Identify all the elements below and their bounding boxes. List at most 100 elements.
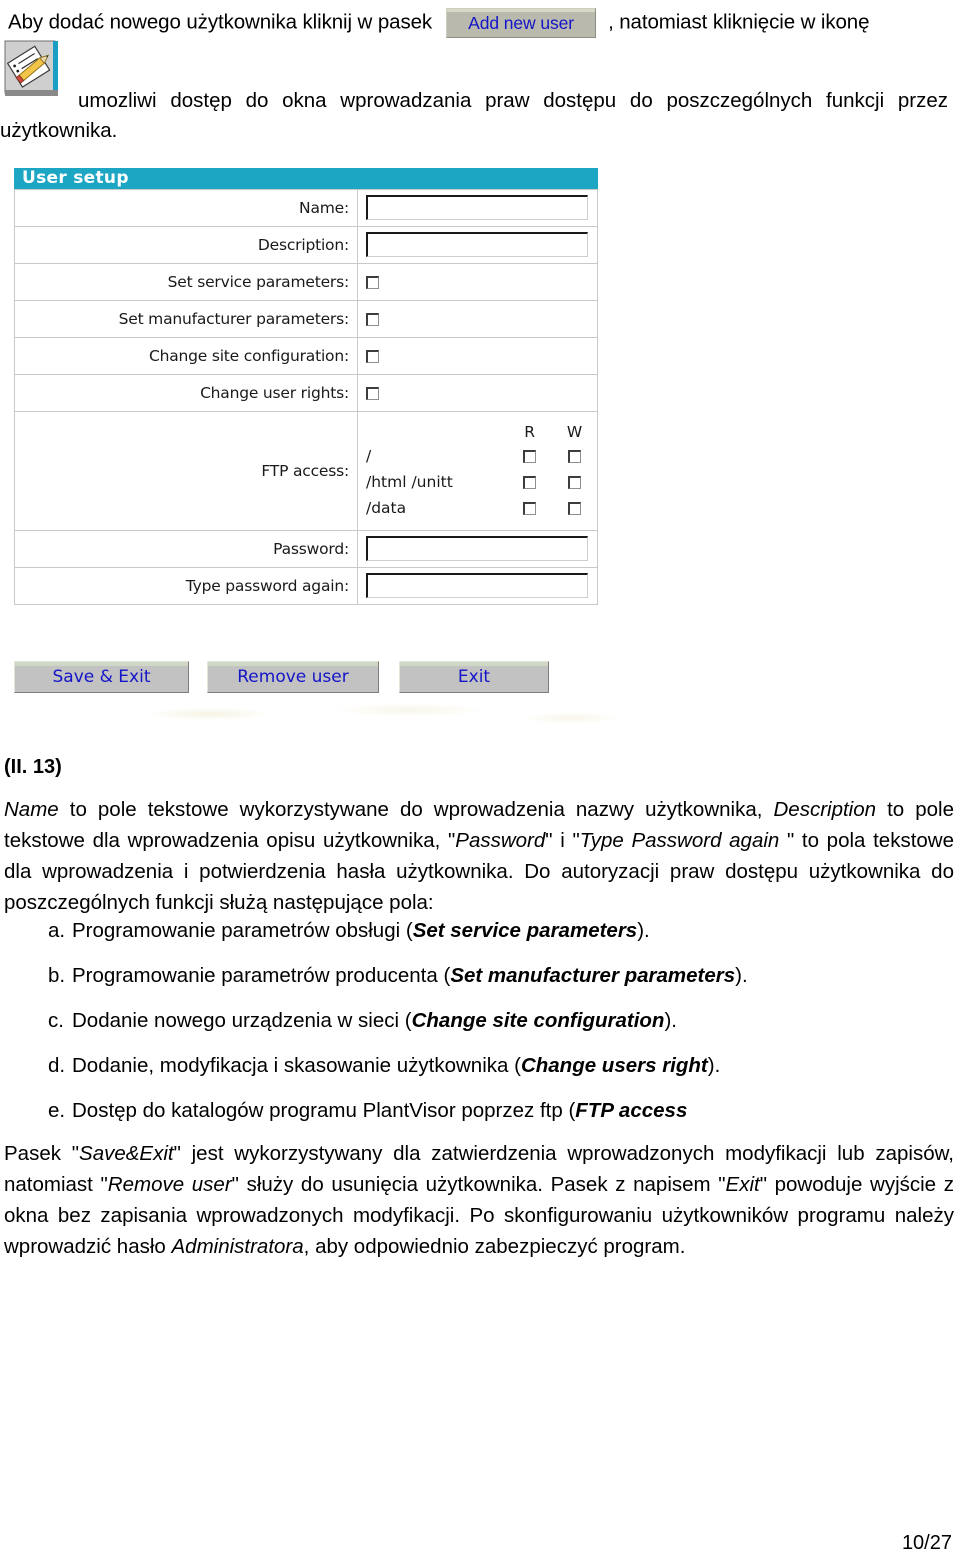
exit-button[interactable]: Exit: [399, 661, 549, 693]
form-row-set-manufacturer-parameters: Set manufacturer parameters:: [14, 300, 598, 338]
name-input[interactable]: [366, 195, 588, 220]
figure-caption: (II. 13): [4, 756, 62, 778]
set-service-parameters-label: Set service parameters:: [14, 263, 358, 301]
form-row-set-service-parameters: Set service parameters:: [14, 263, 598, 301]
list-marker: c.: [48, 1009, 64, 1032]
user-setup-dialog: User setup Name: Description: Set servic…: [14, 168, 598, 605]
intro-line-2: umozliwi dostęp do okna wprowadzania pra…: [78, 89, 948, 112]
set-manufacturer-parameters-label: Set manufacturer parameters:: [14, 300, 358, 338]
password-field-cell: [357, 530, 598, 568]
para-final-s9: , aby odpowiednio zabezpieczyć program.: [303, 1235, 686, 1258]
form-row-password: Password:: [14, 530, 598, 568]
list-item-tail: ).: [707, 1054, 721, 1077]
term-password: Password: [455, 829, 546, 852]
list-item-text: Dodanie nowego urządzenia w sieci (: [72, 1009, 412, 1032]
list-item-tail: ).: [664, 1009, 677, 1032]
document-page: Aby dodać nowego użytkownika kliknij w p…: [0, 0, 960, 1565]
form-row-name: Name:: [14, 189, 598, 227]
ftp-data-write-cell: [552, 495, 597, 521]
scan-artifact: [150, 700, 620, 728]
change-user-rights-checkbox[interactable]: [366, 387, 379, 400]
change-site-configuration-label: Change site configuration:: [14, 337, 358, 375]
form-row-password-again: Type password again:: [14, 567, 598, 605]
description-input[interactable]: [366, 232, 588, 257]
description-label: Description:: [14, 226, 358, 264]
ftp-grid-header: R W: [366, 421, 597, 443]
list-item-term: Set service parameters: [412, 919, 638, 942]
password-label: Password:: [14, 530, 358, 568]
list-item: a. Programowanie parametrów obsługi (Set …: [4, 918, 954, 944]
add-new-user-button[interactable]: Add new user: [446, 8, 597, 38]
set-service-parameters-checkbox[interactable]: [366, 276, 379, 289]
ftp-data-read-cell: [507, 495, 552, 521]
list-item-term: Change site configuration: [411, 1009, 665, 1032]
ftp-root-write-checkbox[interactable]: [568, 450, 582, 463]
paragraph-field-descriptions: Name to pole tekstowe wykorzystywane do …: [4, 794, 954, 918]
list-marker: d.: [48, 1054, 66, 1077]
ftp-header-spacer: [366, 421, 507, 443]
list-item-text: Programowanie parametrów producenta (: [72, 964, 451, 987]
description-field-cell: [357, 226, 598, 264]
para-final-s5: " służy do usunięcia użytkownika. Pasek …: [231, 1173, 726, 1196]
ftp-path-data: /data: [366, 499, 407, 517]
term-save-exit: Save&Exit: [79, 1142, 174, 1165]
intro-text-after: , natomiast kliknięcie w ikonę: [608, 10, 870, 34]
user-setup-form: Name: Description: Set service parameter…: [14, 189, 598, 605]
ftp-data-read-checkbox[interactable]: [523, 502, 537, 515]
name-label: Name:: [14, 189, 358, 227]
list-item-term: Set manufacturer parameters: [450, 964, 736, 987]
dialog-title: User setup: [14, 168, 598, 189]
ftp-path-root: /: [366, 447, 372, 465]
list-item-text: Programowanie parametrów obsługi (: [72, 919, 413, 942]
name-field-cell: [357, 189, 598, 227]
form-row-change-site-configuration: Change site configuration:: [14, 337, 598, 375]
ftp-data-write-checkbox[interactable]: [568, 502, 582, 515]
list-marker: e.: [48, 1099, 66, 1122]
ftp-access-cell: R W / /html /unitt /data: [357, 411, 598, 531]
list-marker: a.: [48, 919, 66, 942]
term-administrator: Administratora: [171, 1235, 304, 1258]
term-name: Name: [4, 798, 59, 821]
change-user-rights-cell: [357, 374, 598, 412]
ftp-permissions-grid: R W / /html /unitt /data: [366, 421, 597, 521]
para-intro-s2: to pole tekstowe wykorzystywane do wprow…: [58, 798, 774, 821]
term-type-password-again: Type Password again: [579, 829, 780, 852]
paragraph-buttons-description: Pasek "Save&Exit" jest wykorzystywany dl…: [4, 1138, 954, 1262]
ftp-html-read-cell: [507, 469, 552, 495]
list-item-text: Dodanie, modyfikacja i skasowanie użytko…: [72, 1054, 521, 1077]
password-again-label: Type password again:: [14, 567, 358, 605]
term-exit: Exit: [725, 1173, 760, 1196]
list-item: d. Dodanie, modyfikacja i skasowanie użyt…: [4, 1053, 954, 1079]
ftp-root-write-cell: [552, 443, 597, 469]
term-remove-user: Remove user: [107, 1173, 232, 1196]
set-manufacturer-parameters-checkbox[interactable]: [366, 313, 379, 326]
ftp-html-write-checkbox[interactable]: [568, 476, 582, 489]
list-item-term: FTP access: [575, 1099, 688, 1122]
list-item: b. Programowanie parametrów producenta (S…: [4, 963, 954, 989]
ftp-html-read-checkbox[interactable]: [523, 476, 537, 489]
save-and-exit-button[interactable]: Save & Exit: [14, 661, 189, 693]
set-manufacturer-parameters-cell: [357, 300, 598, 338]
ftp-html-write-cell: [552, 469, 597, 495]
intro-line-3: użytkownika.: [0, 119, 118, 142]
password-again-input[interactable]: [366, 573, 588, 598]
para-intro-s6: " i ": [545, 829, 580, 852]
list-marker: b.: [48, 964, 66, 987]
intro-block: Aby dodać nowego użytkownika kliknij w p…: [8, 8, 956, 38]
list-item-tail: ).: [735, 964, 748, 987]
remove-user-button[interactable]: Remove user: [207, 661, 379, 693]
ftp-root-read-checkbox[interactable]: [523, 450, 537, 463]
password-input[interactable]: [366, 536, 588, 561]
ftp-row-root: /: [366, 443, 597, 469]
change-site-configuration-checkbox[interactable]: [366, 350, 379, 363]
term-description: Description: [773, 798, 877, 821]
list-item: c. Dodanie nowego urządzenia w sieci (Cha…: [4, 1008, 954, 1034]
form-row-description: Description:: [14, 226, 598, 264]
dialog-button-row: Save & Exit Remove user Exit: [14, 661, 598, 693]
list-item-tail: ).: [637, 919, 650, 942]
change-site-configuration-cell: [357, 337, 598, 375]
list-item: e. Dostęp do katalogów programu PlantViso…: [4, 1098, 954, 1124]
ftp-row-data: /data: [366, 495, 597, 521]
list-item-term: Change users right: [520, 1054, 708, 1077]
set-service-parameters-cell: [357, 263, 598, 301]
